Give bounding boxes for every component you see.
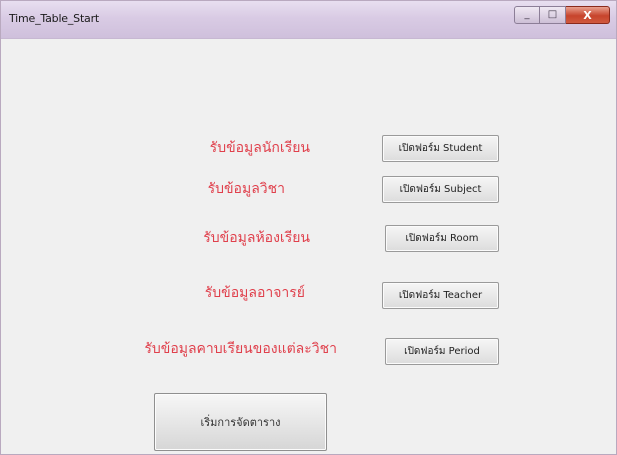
- label-period-data: รับข้อมูลคาบเรียนของแต่ละวิชา: [144, 341, 337, 357]
- caption-buttons: _ □ X: [514, 6, 610, 24]
- open-period-form-button[interactable]: เปิดฟอร์ม Period: [385, 338, 499, 365]
- close-button[interactable]: X: [566, 6, 610, 24]
- open-teacher-form-button[interactable]: เปิดฟอร์ม Teacher: [382, 282, 499, 309]
- start-scheduling-button[interactable]: เริ่มการจัดตาราง: [154, 393, 327, 451]
- title-bar[interactable]: Time_Table_Start _ □ X: [1, 1, 616, 39]
- window-title: Time_Table_Start: [9, 12, 100, 25]
- form-client-area: รับข้อมูลนักเรียน เปิดฟอร์ม Student รับข…: [1, 39, 616, 454]
- label-student-data: รับข้อมูลนักเรียน: [209, 140, 310, 156]
- label-room-data: รับข้อมูลห้องเรียน: [203, 230, 310, 246]
- open-room-form-button[interactable]: เปิดฟอร์ม Room: [385, 225, 499, 252]
- maximize-button[interactable]: □: [540, 6, 566, 24]
- label-teacher-data: รับข้อมูลอาจารย์: [204, 285, 305, 301]
- minimize-icon: _: [524, 9, 530, 20]
- open-subject-form-button[interactable]: เปิดฟอร์ม Subject: [382, 176, 499, 203]
- close-icon: X: [583, 8, 592, 22]
- minimize-button[interactable]: _: [514, 6, 540, 24]
- label-subject-data: รับข้อมูลวิชา: [207, 181, 285, 197]
- app-window: Time_Table_Start _ □ X รับข้อมูลนักเรียน…: [0, 0, 617, 455]
- maximize-icon: □: [547, 9, 558, 20]
- open-student-form-button[interactable]: เปิดฟอร์ม Student: [382, 135, 499, 162]
